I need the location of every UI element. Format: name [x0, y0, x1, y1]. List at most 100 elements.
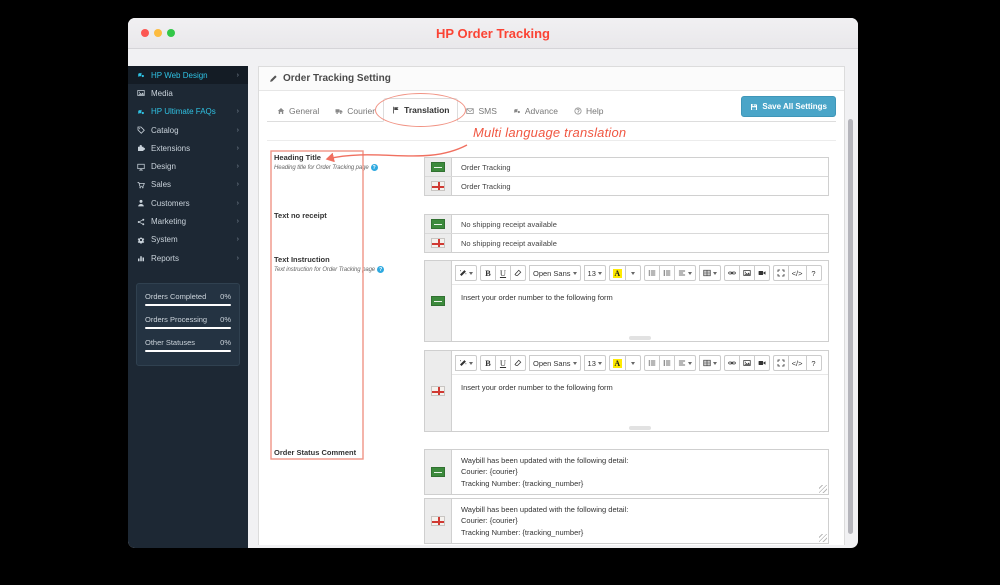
tab-help[interactable]: Help	[566, 100, 611, 122]
tab-general[interactable]: General	[269, 100, 327, 122]
zoom-window-button[interactable]	[167, 29, 175, 37]
tab-courier[interactable]: Courier	[327, 100, 383, 122]
close-window-button[interactable]	[141, 29, 149, 37]
unordered-list-button[interactable]	[643, 355, 660, 371]
help-tooltip-icon[interactable]: ?	[370, 164, 378, 171]
fullscreen-button[interactable]	[772, 355, 789, 371]
sidebar-item-label: Marketing	[151, 217, 187, 227]
tab-translation[interactable]: Translation	[375, 93, 467, 127]
editor-help-button[interactable]: ?	[805, 265, 822, 281]
minimize-window-button[interactable]	[154, 29, 162, 37]
font-family-dropdown[interactable]: Open Sans	[529, 265, 581, 281]
font-size-dropdown[interactable]: 13	[583, 265, 606, 281]
code-view-button[interactable]: </>	[787, 265, 807, 281]
sidebar-item-label: System	[151, 235, 178, 245]
field-label: Order Status Comment	[274, 448, 357, 457]
editor-content-en[interactable]: Insert your order number to the followin…	[452, 285, 828, 341]
underline-button[interactable]: U	[495, 355, 511, 371]
editor-resize-handle[interactable]	[629, 336, 651, 340]
editor-resize-handle[interactable]	[629, 426, 651, 430]
textarea-group-en: Waybill has been updated with the follow…	[424, 449, 829, 495]
clear-format-button[interactable]	[510, 265, 526, 281]
gear-icon	[137, 236, 145, 244]
sidebar-item-reports[interactable]: Reports ›	[128, 249, 248, 267]
insert-link-button[interactable]	[723, 355, 740, 371]
save-all-settings-button[interactable]: Save All Settings	[741, 96, 836, 117]
progress-bar	[145, 327, 231, 330]
tab-sms[interactable]: SMS	[458, 100, 504, 122]
sidebar-item-catalog[interactable]: Catalog ›	[128, 121, 248, 139]
sidebar-item-label: Sales	[151, 180, 172, 190]
insert-link-button[interactable]	[723, 265, 740, 281]
style-dropdown-button[interactable]	[455, 265, 477, 281]
paragraph-align-dropdown[interactable]	[673, 265, 696, 281]
style-dropdown-button[interactable]	[455, 355, 477, 371]
clear-format-button[interactable]	[510, 355, 526, 371]
sidebar-item-sales[interactable]: Sales ›	[128, 176, 248, 194]
insert-image-button[interactable]	[738, 355, 755, 371]
sidebar-item-marketing[interactable]: Marketing ›	[128, 212, 248, 230]
caret-icon	[597, 271, 602, 275]
language-row-alt: Order Tracking	[425, 176, 828, 195]
truck-icon	[335, 107, 343, 115]
order-status-comment-textarea-alt[interactable]: Waybill has been updated with the follow…	[452, 499, 828, 543]
heading-title-input-en[interactable]: Order Tracking	[452, 158, 828, 176]
chevron-right-icon: ›	[236, 71, 239, 79]
table-icon	[703, 359, 711, 367]
chevron-right-icon: ›	[236, 199, 239, 207]
font-color-button[interactable]: A	[608, 355, 626, 371]
underline-button[interactable]: U	[495, 265, 511, 281]
field-inputs: Waybill has been updated with the follow…	[424, 446, 829, 544]
textarea-resize-handle[interactable]	[819, 485, 827, 493]
heading-title-input-alt[interactable]: Order Tracking	[452, 177, 828, 195]
sidebar-item-customers[interactable]: Customers ›	[128, 194, 248, 212]
editor-content-alt[interactable]: Insert your order number to the followin…	[452, 375, 828, 431]
insert-video-button[interactable]	[753, 265, 770, 281]
traffic-lights	[141, 18, 175, 48]
language-flag-icon	[431, 238, 445, 248]
language-flag-icon	[431, 181, 445, 191]
sidebar-item-extensions[interactable]: Extensions ›	[128, 139, 248, 157]
font-size-dropdown[interactable]: 13	[583, 355, 606, 371]
progress-bar	[145, 350, 231, 353]
caret-icon	[687, 361, 692, 365]
puzzle-icon	[137, 144, 145, 152]
expand-icon	[777, 359, 785, 367]
bold-button[interactable]: B	[480, 355, 496, 371]
table-dropdown[interactable]	[698, 265, 721, 281]
vertical-scrollbar-thumb[interactable]	[848, 119, 853, 534]
field-inputs: No shipping receipt available No shippin…	[424, 209, 829, 253]
font-color-button[interactable]: A	[608, 265, 626, 281]
bold-button[interactable]: B	[480, 265, 496, 281]
floppy-icon	[750, 103, 758, 111]
panel-body: Save All Settings General Courier Transl…	[259, 91, 844, 544]
text-no-receipt-input-alt[interactable]: No shipping receipt available	[452, 234, 828, 252]
font-color-dropdown[interactable]	[624, 265, 641, 281]
sidebar-item-hp-ultimate-faqs[interactable]: HP Ultimate FAQs ›	[128, 103, 248, 121]
help-tooltip-icon[interactable]: ?	[377, 266, 385, 273]
font-color-dropdown[interactable]	[624, 355, 641, 371]
textarea-resize-handle[interactable]	[819, 534, 827, 542]
envelope-icon	[466, 107, 474, 115]
font-family-dropdown[interactable]: Open Sans	[529, 355, 581, 371]
tab-advance[interactable]: Advance	[505, 100, 566, 122]
sidebar-item-media[interactable]: Media	[128, 84, 248, 102]
editor-help-button[interactable]: ?	[805, 355, 822, 371]
ordered-list-button[interactable]	[658, 355, 675, 371]
unordered-list-button[interactable]	[643, 265, 660, 281]
caret-icon	[469, 361, 473, 365]
table-dropdown[interactable]	[698, 355, 721, 371]
insert-video-button[interactable]	[753, 355, 770, 371]
language-flag-icon	[431, 162, 445, 172]
code-view-button[interactable]: </>	[787, 355, 807, 371]
order-status-comment-textarea-en[interactable]: Waybill has been updated with the follow…	[452, 450, 828, 494]
sidebar-item-system[interactable]: System ›	[128, 231, 248, 249]
sidebar-item-design[interactable]: Design ›	[128, 157, 248, 175]
text-no-receipt-input-en[interactable]: No shipping receipt available	[452, 215, 828, 233]
insert-image-button[interactable]	[738, 265, 755, 281]
fullscreen-button[interactable]	[772, 265, 789, 281]
ordered-list-button[interactable]	[658, 265, 675, 281]
sidebar-item-hp-web-design[interactable]: HP Web Design ›	[128, 66, 248, 85]
gears-icon	[137, 108, 145, 116]
paragraph-align-dropdown[interactable]	[673, 355, 696, 371]
